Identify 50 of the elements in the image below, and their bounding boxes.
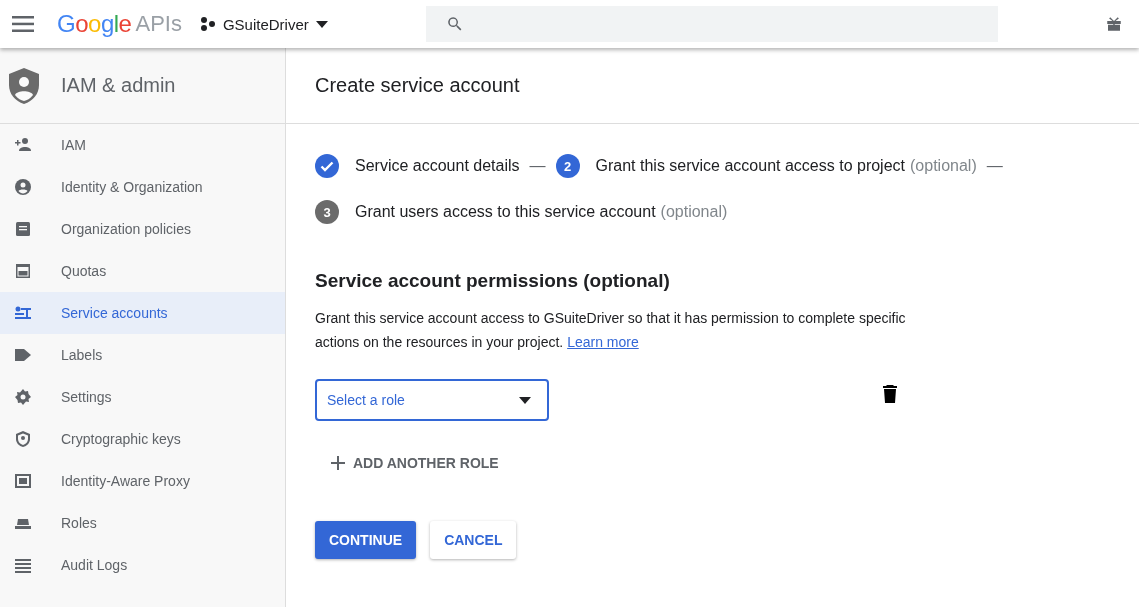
caret-icon — [315, 20, 328, 28]
plus-icon — [331, 456, 345, 470]
shield-icon — [14, 430, 32, 448]
sidebar-item[interactable]: Quotas — [0, 250, 285, 292]
step-note: (optional) — [660, 203, 728, 221]
sidebar-item[interactable]: Roles — [0, 502, 285, 544]
list-icon — [14, 556, 32, 574]
settings-icon — [14, 388, 32, 406]
sidebar-title: IAM & admin — [61, 74, 176, 97]
document-icon — [14, 220, 32, 238]
menu-icon[interactable] — [12, 16, 34, 32]
sidebar-item[interactable]: Organization policies — [0, 208, 285, 250]
step-label[interactable]: Grant users access to this service account — [355, 203, 656, 221]
trash-icon[interactable] — [883, 385, 897, 403]
person-add-icon — [14, 136, 32, 154]
step-label[interactable]: Grant this service account access to project — [595, 157, 905, 175]
cancel-button[interactable]: CANCEL — [430, 521, 517, 559]
section-title: Service account permissions (optional) — [315, 270, 671, 292]
check-circle-icon — [315, 154, 339, 178]
sidebar-item[interactable]: Settings — [0, 376, 285, 418]
google-logo[interactable]: Google — [57, 10, 132, 38]
role-select[interactable]: Select a role — [315, 379, 549, 421]
sidebar-item[interactable]: IAM — [0, 124, 285, 166]
sidebar-item[interactable]: Labels — [0, 334, 285, 376]
sidebar-item[interactable]: Audit Logs — [0, 544, 285, 586]
step-note: (optional) — [910, 157, 977, 175]
step-label[interactable]: Service account details — [355, 157, 520, 175]
tag-icon — [14, 346, 32, 364]
account-icon — [14, 178, 32, 196]
step-number: 2 — [555, 154, 580, 178]
step-connector: — — [529, 157, 546, 175]
sidebar-item[interactable]: Identity & Organization — [0, 166, 285, 208]
project-icon — [199, 16, 216, 32]
sidebar-item[interactable]: Cryptographic keys — [0, 418, 285, 460]
step-number: 3 — [315, 200, 339, 224]
search-field[interactable] — [425, 6, 998, 42]
step-connector: — — [986, 157, 1003, 175]
shield-person-icon — [9, 67, 39, 104]
gift-icon[interactable] — [1105, 15, 1123, 33]
logo-suffix: APIs — [135, 11, 182, 37]
sidebar-item[interactable]: Identity-Aware Proxy — [0, 460, 285, 502]
sidebar-item[interactable]: Service accounts — [0, 292, 285, 334]
continue-button[interactable]: CONTINUE — [315, 521, 417, 559]
search-icon — [445, 15, 464, 33]
learn-more-link[interactable]: Learn more — [567, 334, 639, 350]
caret-icon — [519, 396, 531, 404]
page-title: Create service account — [315, 74, 520, 97]
description-text: Grant this service account access to GSuiteDriver so that it has permission to complete specific actions on the resources in your project. Learn more — [315, 309, 907, 352]
add-role-button[interactable]: ADD ANOTHER ROLE — [331, 451, 499, 475]
project-selector[interactable]: GSuiteDriver — [195, 13, 332, 35]
